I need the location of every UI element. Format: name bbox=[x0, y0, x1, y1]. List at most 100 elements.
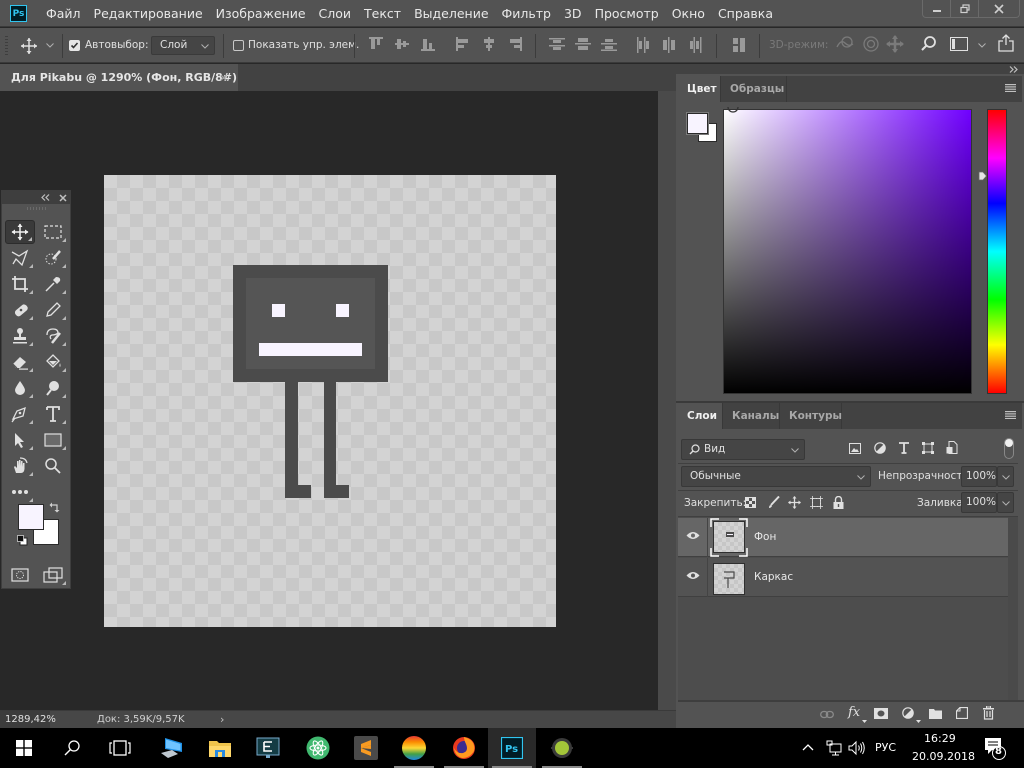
close-button[interactable] bbox=[979, 0, 1019, 18]
zoom-tool[interactable] bbox=[38, 454, 68, 478]
status-menu-arrow[interactable]: › bbox=[220, 711, 224, 728]
align-vertical-center-icon[interactable] bbox=[395, 37, 409, 51]
auto-align-layers-icon[interactable] bbox=[732, 37, 746, 53]
tab-paths[interactable]: Контуры bbox=[780, 403, 842, 429]
opacity-input[interactable]: 100% bbox=[961, 466, 997, 487]
taskbar-sublime-text[interactable] bbox=[342, 728, 390, 768]
auto-select-target-dropdown[interactable]: Слой bbox=[151, 36, 215, 55]
layer-style-fx-button[interactable]: fx bbox=[848, 705, 860, 720]
brush-tool[interactable] bbox=[38, 298, 68, 322]
chevron-down-icon[interactable] bbox=[978, 43, 986, 48]
healing-brush-tool[interactable] bbox=[5, 298, 35, 322]
tab-color[interactable]: Цвет bbox=[678, 76, 721, 102]
lock-transparent-pixels-icon[interactable] bbox=[745, 497, 756, 508]
document-canvas[interactable] bbox=[104, 175, 556, 627]
auto-select-checkbox[interactable] bbox=[69, 40, 80, 51]
workspace-icon[interactable] bbox=[950, 37, 968, 51]
move-tool[interactable] bbox=[5, 220, 35, 244]
swap-colors-icon[interactable] bbox=[49, 502, 61, 514]
close-panel-icon[interactable] bbox=[59, 194, 67, 202]
type-tool[interactable] bbox=[38, 402, 68, 426]
quick-mask-button[interactable] bbox=[5, 563, 35, 587]
layer-row-karkas[interactable]: Каркас bbox=[678, 558, 1008, 597]
lock-image-pixels-icon[interactable] bbox=[768, 496, 780, 509]
layer-filter-dropdown[interactable]: Вид bbox=[681, 439, 805, 460]
clock-time[interactable]: 16:29 bbox=[924, 732, 956, 745]
filter-adjustment-layers-icon[interactable] bbox=[874, 442, 886, 454]
clone-stamp-tool[interactable] bbox=[5, 324, 35, 348]
align-bottom-icon[interactable] bbox=[421, 37, 435, 51]
visibility-eye-icon[interactable] bbox=[686, 571, 700, 580]
taskbar-app-e[interactable] bbox=[244, 728, 292, 768]
foreground-color-swatch[interactable] bbox=[18, 504, 44, 530]
layers-list-scroll-area[interactable] bbox=[1008, 517, 1018, 700]
restore-button[interactable] bbox=[951, 0, 979, 18]
tab-channels[interactable]: Каналы bbox=[723, 403, 780, 429]
tool-preset-picker[interactable] bbox=[20, 37, 38, 55]
show-transform-checkbox[interactable] bbox=[233, 40, 244, 51]
panel-menu-icon[interactable] bbox=[1005, 411, 1016, 419]
new-adjustment-layer-icon[interactable] bbox=[902, 707, 914, 719]
distribute-horizontal-center-icon[interactable] bbox=[662, 37, 676, 53]
history-brush-tool[interactable] bbox=[38, 324, 68, 348]
more-tools[interactable] bbox=[5, 480, 35, 504]
menu-help[interactable]: Справка bbox=[718, 6, 773, 21]
menu-window[interactable]: Окно bbox=[672, 6, 705, 21]
3d-roll-icon[interactable] bbox=[862, 35, 880, 53]
dock-collapse-bar[interactable] bbox=[676, 64, 1024, 74]
align-top-icon[interactable] bbox=[369, 37, 383, 51]
filter-shape-layers-icon[interactable] bbox=[922, 442, 934, 454]
3d-pan-icon[interactable] bbox=[886, 35, 904, 53]
paint-bucket-tool[interactable] bbox=[38, 350, 68, 374]
rectangle-tool[interactable] bbox=[38, 428, 68, 452]
network-icon[interactable] bbox=[826, 740, 842, 756]
align-right-icon[interactable] bbox=[508, 37, 522, 51]
distribute-left-icon[interactable] bbox=[636, 37, 650, 53]
collapse-arrows-icon[interactable] bbox=[41, 194, 50, 201]
taskbar-chrome-like-app[interactable] bbox=[390, 728, 438, 768]
hand-tool[interactable] bbox=[5, 454, 35, 478]
clock-date[interactable]: 20.09.2018 bbox=[912, 750, 975, 763]
taskbar-atom[interactable] bbox=[294, 728, 342, 768]
menu-view[interactable]: Просмотр bbox=[595, 6, 659, 21]
start-button[interactable] bbox=[0, 728, 48, 768]
color-panel-foreground-swatch[interactable] bbox=[686, 112, 709, 135]
menu-file[interactable]: Файл bbox=[46, 6, 81, 21]
crop-tool[interactable] bbox=[5, 272, 35, 296]
3d-orbit-icon[interactable] bbox=[835, 35, 855, 53]
tab-layers[interactable]: Слои bbox=[678, 403, 723, 429]
visibility-eye-icon[interactable] bbox=[686, 531, 700, 540]
filter-smart-objects-icon[interactable] bbox=[946, 441, 958, 454]
quick-selection-tool[interactable] bbox=[38, 246, 68, 270]
delete-layer-icon[interactable] bbox=[983, 706, 994, 720]
menu-image[interactable]: Изображение bbox=[216, 6, 306, 21]
menu-3d[interactable]: 3D bbox=[564, 6, 582, 21]
opacity-slider-button[interactable] bbox=[997, 466, 1014, 487]
menu-filter[interactable]: Фильтр bbox=[502, 6, 551, 21]
chevron-down-icon[interactable] bbox=[46, 43, 54, 48]
filter-type-layers-icon[interactable] bbox=[898, 442, 910, 454]
filter-pixel-layers-icon[interactable] bbox=[849, 443, 861, 454]
vertical-scrollbar[interactable] bbox=[658, 91, 676, 710]
lock-artboard-icon[interactable] bbox=[810, 496, 823, 509]
dodge-tool[interactable] bbox=[38, 376, 68, 400]
distribute-top-icon[interactable] bbox=[549, 37, 565, 51]
zoom-level-field[interactable]: 1289,42% bbox=[0, 711, 56, 728]
blur-tool[interactable] bbox=[5, 376, 35, 400]
taskbar-this-pc[interactable] bbox=[148, 728, 196, 768]
align-horizontal-center-icon[interactable] bbox=[482, 37, 496, 51]
fill-input[interactable]: 100% bbox=[961, 492, 997, 513]
task-view-button[interactable] bbox=[96, 728, 144, 768]
expand-arrows-icon[interactable] bbox=[1009, 66, 1018, 73]
layer-thumbnail[interactable] bbox=[713, 563, 745, 595]
taskbar-firefox[interactable] bbox=[440, 728, 488, 768]
menu-edit[interactable]: Редактирование bbox=[94, 6, 203, 21]
align-left-icon[interactable] bbox=[456, 37, 470, 51]
menu-layer[interactable]: Слои bbox=[319, 6, 352, 21]
toolbox-header[interactable] bbox=[2, 191, 70, 204]
close-tab-icon[interactable]: × bbox=[219, 64, 228, 91]
eraser-tool[interactable] bbox=[5, 350, 35, 374]
fill-slider-button[interactable] bbox=[997, 492, 1014, 513]
default-colors-icon[interactable] bbox=[17, 535, 28, 546]
action-center-button[interactable]: 8 bbox=[984, 736, 1006, 760]
